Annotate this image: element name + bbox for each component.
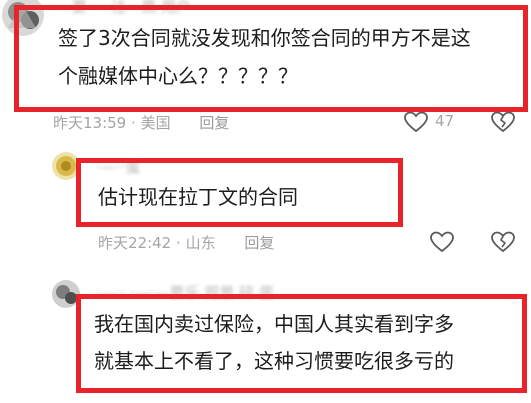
heart-outline-icon[interactable] [403,110,429,134]
comment-text-line-1: 估计现在拉丁文的合同 [98,185,298,209]
broken-heart-outline-icon[interactable] [490,110,516,134]
comment-text-line-2: 就基本上不看了，这种习惯要吃很多亏的 [94,349,454,373]
comment-time: 昨天22:42 [98,234,172,252]
dot-separator: · [131,114,141,132]
comment-time: 昨天13:59 [53,114,127,132]
heart-outline-icon[interactable] [429,230,455,254]
comment-meta: 昨天13:59 · 美国 回复 [53,112,229,133]
comment-meta: 昨天22:42 · 山东 回复 [98,232,274,253]
dot-separator: · [176,234,186,252]
like-count: 47 [435,112,455,130]
comment-text-line-1: 我在国内卖过保险，中国人其实看到字多 [94,312,454,336]
reply-button[interactable]: 回复 [199,114,229,132]
reply-button[interactable]: 回复 [244,234,274,252]
comment-text-line-2: 个融媒体中心么？？？？？ [58,64,298,88]
comment-location: 美国 [140,114,171,132]
broken-heart-outline-icon[interactable] [490,230,516,254]
comment-location: 山东 [185,234,216,252]
comment-text-line-1: 签了3次合同就没发现和你签合同的甲方不是这 [58,26,471,50]
